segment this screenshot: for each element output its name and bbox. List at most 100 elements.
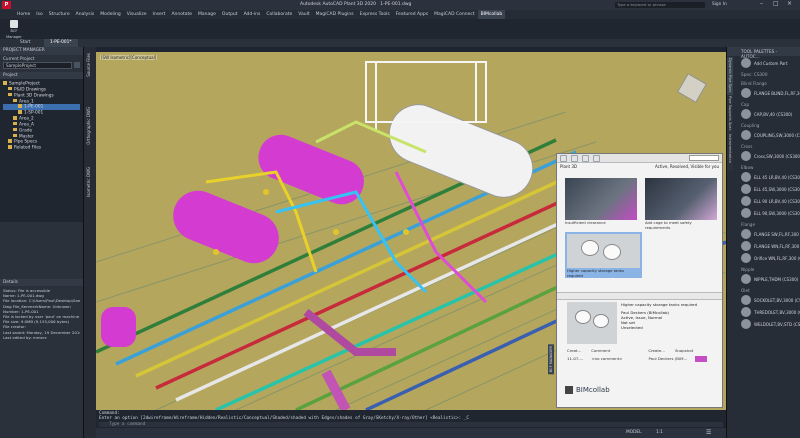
ribbon-tab[interactable]: BIMcollab [477, 10, 506, 19]
palette-item[interactable]: FLANGE WN,FL,RF,300 (CS300) [737, 240, 800, 252]
issue-thumbnail [645, 178, 717, 220]
palette-item[interactable]: ELL 45 LR,BV,40 (CS300) [737, 171, 800, 183]
palette-item[interactable]: COUPLING,SW,3000 (CS300) [737, 129, 800, 141]
pipe-fitting-icon [741, 319, 751, 329]
palette-item[interactable]: Cross,SW,3000 (CS300) [737, 150, 800, 162]
ribbon-tab[interactable]: Express Tools [357, 10, 393, 19]
ribbon-tab[interactable]: Insert [150, 10, 169, 19]
ribbon-tab[interactable]: Iso [33, 10, 45, 19]
detail-title[interactable]: Higher capacity storage tanks required [621, 302, 697, 307]
bcf-side-label[interactable]: BCF MANAGER [548, 344, 554, 375]
ribbon-tab[interactable]: Home [14, 10, 33, 19]
ribbon-tab[interactable]: Vault [295, 10, 312, 19]
maximize-icon[interactable]: □ [773, 0, 779, 7]
ribbon-tab[interactable]: Structure [46, 10, 73, 19]
palette-item[interactable]: ELL 90 LR,BV,40 (CS300) [737, 195, 800, 207]
project-manager-panel: PROJECT MANAGER Current Project SamplePr… [0, 47, 84, 438]
palette-item[interactable]: THREDOLET,BV,3000 (CS300) [737, 306, 800, 318]
issue-card-3[interactable]: Higher capacity storage tanks required [565, 232, 642, 278]
bim-group-label[interactable]: Plant 3D [560, 164, 577, 169]
ribbon-tab[interactable]: Visualize [124, 10, 150, 19]
tab-file[interactable]: 1-PE-001* [44, 39, 78, 47]
ribbon-tab[interactable]: Modeling [97, 10, 123, 19]
tab-start[interactable]: Start [20, 40, 31, 45]
pipe-fitting-icon [741, 307, 751, 317]
tool-palette-panel: TOOL PALETTES - AUTOC... Dynamic Pipe Sp… [726, 47, 800, 438]
bimcollab-logo-text: BIMcollab [576, 386, 610, 394]
palette-item[interactable]: NIPPLE,THDM (CS300) [737, 273, 800, 285]
vtab-source-files[interactable]: Source Files [86, 53, 91, 77]
sync-icon[interactable] [582, 154, 589, 162]
project-options-icon[interactable] [74, 62, 80, 68]
comment-snapshot[interactable] [695, 356, 708, 362]
palette-item-label: FLANGE WN,FL,RF,300 (CS300) [754, 243, 800, 249]
palette-item[interactable]: Orifice WN,FL,RF,300 (CS300) [737, 252, 800, 264]
window-title: Autodesk AutoCAD Plant 3D 2020 1-PE-001.… [300, 2, 411, 7]
ribbon-tab[interactable]: Output [219, 10, 241, 19]
issue-thumbnail [565, 178, 637, 220]
pipe-fitting-icon [741, 88, 751, 98]
search-input[interactable]: Type a keyword or phrase [615, 2, 705, 8]
palette-tab[interactable]: Instrumentation [727, 133, 733, 171]
scale-button[interactable]: 1:1 [656, 430, 663, 435]
tree-item-label: Area_A [19, 122, 34, 128]
ribbon-tab[interactable]: MagiCAD Plugins [313, 10, 357, 19]
detail-line: File location: C:\Users\Paul\Desktop\Sam… [3, 298, 80, 304]
comment-column-header[interactable]: Creat... [567, 348, 581, 353]
vtab-iso[interactable]: Isometric DWG [86, 167, 91, 197]
comment-column-header[interactable]: Snapshot [675, 348, 693, 353]
filter-icon[interactable] [571, 154, 578, 162]
issue-title: Add cage to meet safety requirements [645, 220, 692, 230]
app-logo-icon[interactable]: P [2, 1, 11, 9]
palette-item[interactable]: ELL 45,SW,3000 (CS300) [737, 183, 800, 195]
tool-palette-title: TOOL PALETTES - AUTOC... [727, 47, 800, 59]
comment-column-header[interactable]: Create... [648, 348, 665, 353]
bim-filter-text[interactable]: Active, Resolved, Visible for you [655, 164, 719, 169]
tree-item[interactable]: Related Files [3, 145, 80, 151]
bimcollab-logo-icon [565, 386, 573, 394]
vtab-ortho[interactable]: Orthographic DWG [86, 107, 91, 145]
palette-section-header: Spec: CS300 [741, 72, 768, 77]
model-space-button[interactable]: MODEL [626, 430, 642, 435]
close-icon[interactable]: × [787, 0, 792, 7]
palette-item[interactable]: WELDOLET,BV,STD (CS300) [737, 318, 800, 330]
current-project-row: SampleProject [0, 62, 83, 69]
issue-card-1[interactable]: Insufficient clearance [565, 178, 637, 228]
settings-icon[interactable] [593, 154, 600, 162]
palette-tab[interactable]: Dynamic Pipe Spec [727, 57, 733, 95]
comment-row[interactable]: 11-07-... <no comment> Paul Deckers (BIM… [567, 356, 719, 362]
ribbon-tab[interactable]: Add-ins [241, 10, 264, 19]
minimize-icon[interactable]: – [760, 0, 763, 7]
palette-item[interactable]: Add Custom Part [737, 57, 800, 69]
comment-column-header[interactable]: Comment [591, 348, 610, 353]
palette-item[interactable]: FLANGE BLIND,FL,RF,300 (CS300) [737, 87, 800, 99]
detail-snapshot[interactable] [567, 302, 617, 344]
comment-text: <no comment> [591, 356, 623, 361]
detail-milestone[interactable]: Unselected [621, 325, 697, 330]
bim-search-input[interactable] [689, 155, 719, 161]
project-manager-title: PROJECT MANAGER [0, 47, 83, 55]
command-input[interactable]: Type a command [99, 422, 723, 427]
ribbon-tab[interactable]: Collaborate [263, 10, 295, 19]
ribbon-tab[interactable]: Featured Apps [393, 10, 431, 19]
palette-tab[interactable]: Pipe Supports Spec [727, 95, 733, 133]
palette-item[interactable]: CAP,BV,40 (CS300) [737, 108, 800, 120]
viewport-label[interactable]: [SW Isometric][Conceptual] [100, 55, 158, 60]
ribbon-tab[interactable]: Analysis [73, 10, 98, 19]
palette-item[interactable]: SOCKOLET,BV,3000 (CS300) [737, 294, 800, 306]
palette-item[interactable]: FLANGE SW,FL,RF,300 (CS300) [737, 228, 800, 240]
ribbon-tab[interactable]: Manage [195, 10, 219, 19]
bcf-manager-button[interactable]: BCF Manager [3, 20, 25, 39]
issue-card-2[interactable]: Add cage to meet safety requirements [645, 178, 717, 230]
palette-item[interactable]: ELL 90,SW,3000 (CS300) [737, 207, 800, 219]
settings-icon[interactable]: ☰ [706, 429, 711, 436]
sign-in-link[interactable]: Sign In [712, 2, 727, 7]
app-title: Autodesk AutoCAD Plant 3D 2020 [300, 2, 376, 7]
ribbon-tab[interactable]: MagiCAD Connect [431, 10, 477, 19]
create-issue-icon[interactable] [560, 154, 567, 162]
tree-item-label: Related Files [14, 145, 42, 151]
pipe-fitting-icon [741, 229, 751, 239]
current-project-select[interactable]: SampleProject [3, 62, 72, 69]
ribbon-tab[interactable]: Annotate [168, 10, 195, 19]
pipe-fitting-icon [741, 172, 751, 182]
